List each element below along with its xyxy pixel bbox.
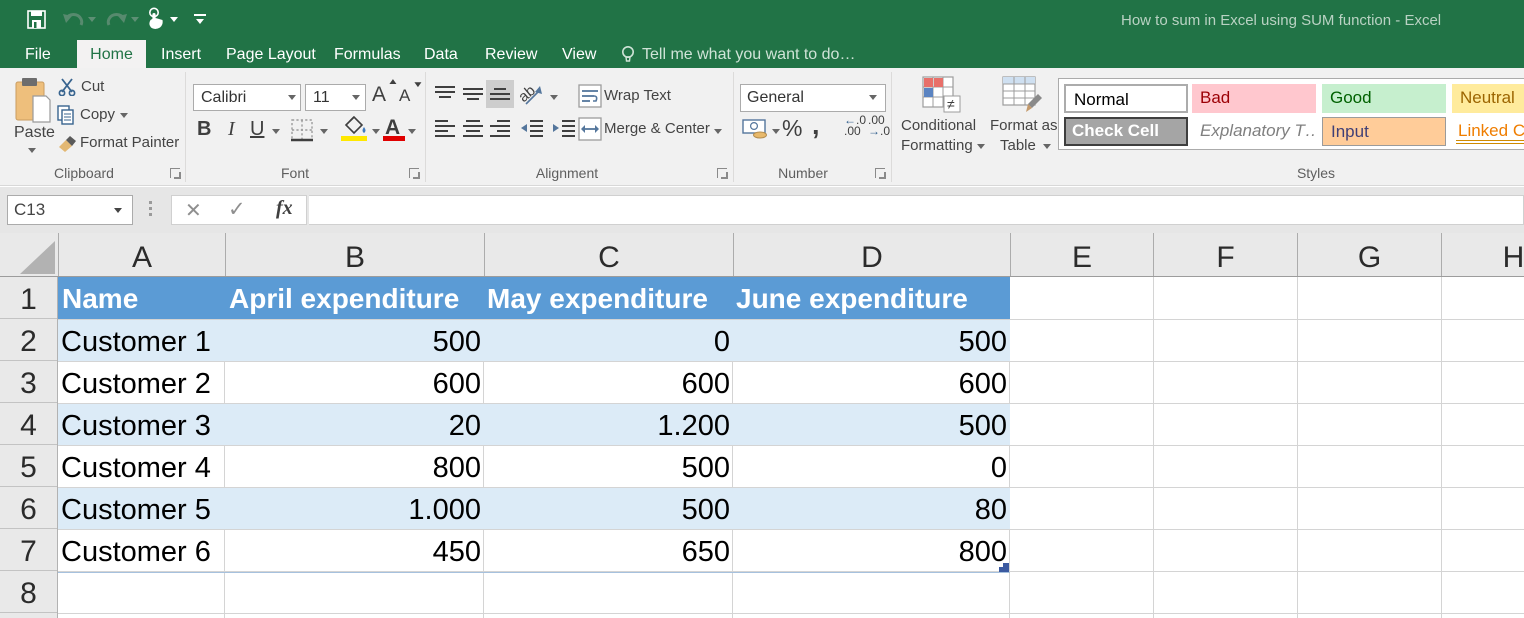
svg-text:≠: ≠ bbox=[947, 96, 955, 112]
